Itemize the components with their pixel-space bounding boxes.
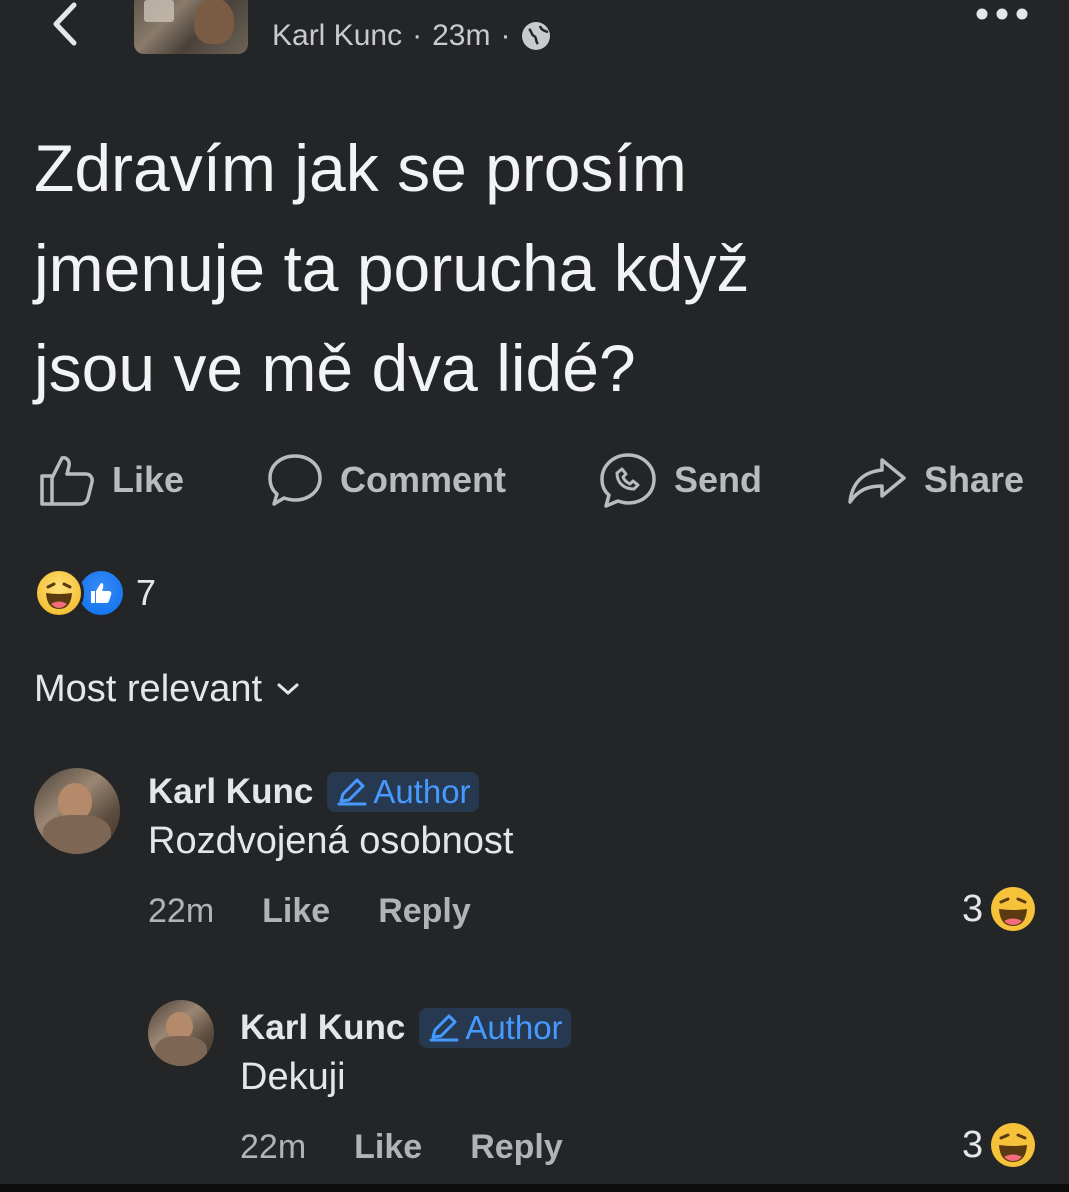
comment-bubble-icon (268, 454, 322, 506)
reactions-summary[interactable]: 7 (34, 568, 156, 618)
comment-meta: 22m Like Reply (148, 888, 471, 934)
pencil-icon (429, 1014, 459, 1042)
thumbs-up-icon (40, 456, 94, 506)
like-button[interactable]: Like (38, 445, 184, 515)
comment-label: Comment (340, 459, 507, 500)
author-badge-label: Author (373, 773, 471, 810)
back-button[interactable] (40, 0, 90, 50)
post-action-bar: Like Comment Send Share (0, 445, 1069, 515)
reply-author[interactable]: Karl Kunc (240, 1008, 405, 1048)
sort-label: Most relevant (34, 667, 263, 710)
chevron-left-icon (53, 2, 77, 46)
share-label: Share (924, 459, 1025, 500)
post-author-avatar[interactable] (134, 0, 248, 54)
reply-reactions[interactable]: 3 (962, 1120, 1037, 1170)
haha-reaction-icon (991, 1123, 1036, 1167)
meta-separator-2: · (500, 19, 511, 52)
reply-like-button[interactable]: Like (354, 1128, 422, 1167)
globe-icon (522, 22, 551, 50)
comment-author[interactable]: Karl Kunc (148, 772, 313, 812)
comment-time[interactable]: 22m (148, 892, 214, 931)
post-meta: Karl Kunc · 23m · (272, 14, 552, 58)
meta-separator: · (412, 19, 423, 52)
post-text: Zdravím jak se prosím jmenuje ta porucha… (34, 131, 750, 405)
share-arrow-icon (848, 458, 906, 504)
author-badge: Author (327, 772, 479, 812)
comment-sort-dropdown[interactable]: Most relevant (34, 664, 300, 714)
comment-like-button[interactable]: Like (262, 892, 330, 931)
more-options-button[interactable] (970, 0, 1034, 32)
reply-reaction-count: 3 (962, 1123, 984, 1166)
reply-time[interactable]: 22m (240, 1128, 306, 1167)
comment-text: Rozdvojená osobnost (148, 820, 514, 862)
comment-button[interactable]: Comment (266, 445, 506, 515)
haha-reaction-icon (991, 887, 1036, 931)
chevron-down-icon (277, 683, 299, 695)
reaction-count: 7 (136, 572, 157, 613)
share-button[interactable]: Share (846, 445, 1024, 515)
author-badge-label: Author (465, 1009, 563, 1046)
comment-avatar[interactable] (34, 768, 120, 854)
reply-reply-button[interactable]: Reply (470, 1128, 563, 1167)
reply-meta: 22m Like Reply (240, 1124, 563, 1170)
post-time[interactable]: 23m (432, 19, 490, 53)
send-button[interactable]: Send (598, 445, 762, 515)
more-horizontal-icon (976, 8, 1028, 20)
author-badge: Author (419, 1008, 571, 1048)
comment-reaction-count: 3 (962, 887, 984, 930)
haha-reaction-icon (34, 568, 84, 618)
like-label: Like (112, 459, 185, 500)
pencil-icon (337, 778, 367, 806)
comment-header: Karl Kunc Author (148, 770, 479, 814)
bottom-edge (0, 1184, 1069, 1192)
messenger-icon (600, 453, 656, 508)
send-label: Send (674, 459, 763, 500)
reply-header: Karl Kunc Author (240, 1006, 571, 1050)
reply-avatar[interactable] (148, 1000, 214, 1066)
comment-reply-button[interactable]: Reply (378, 892, 471, 931)
comment-reactions[interactable]: 3 (962, 884, 1037, 934)
reply-text: Dekuji (240, 1056, 346, 1098)
post-author-name[interactable]: Karl Kunc (272, 19, 402, 53)
